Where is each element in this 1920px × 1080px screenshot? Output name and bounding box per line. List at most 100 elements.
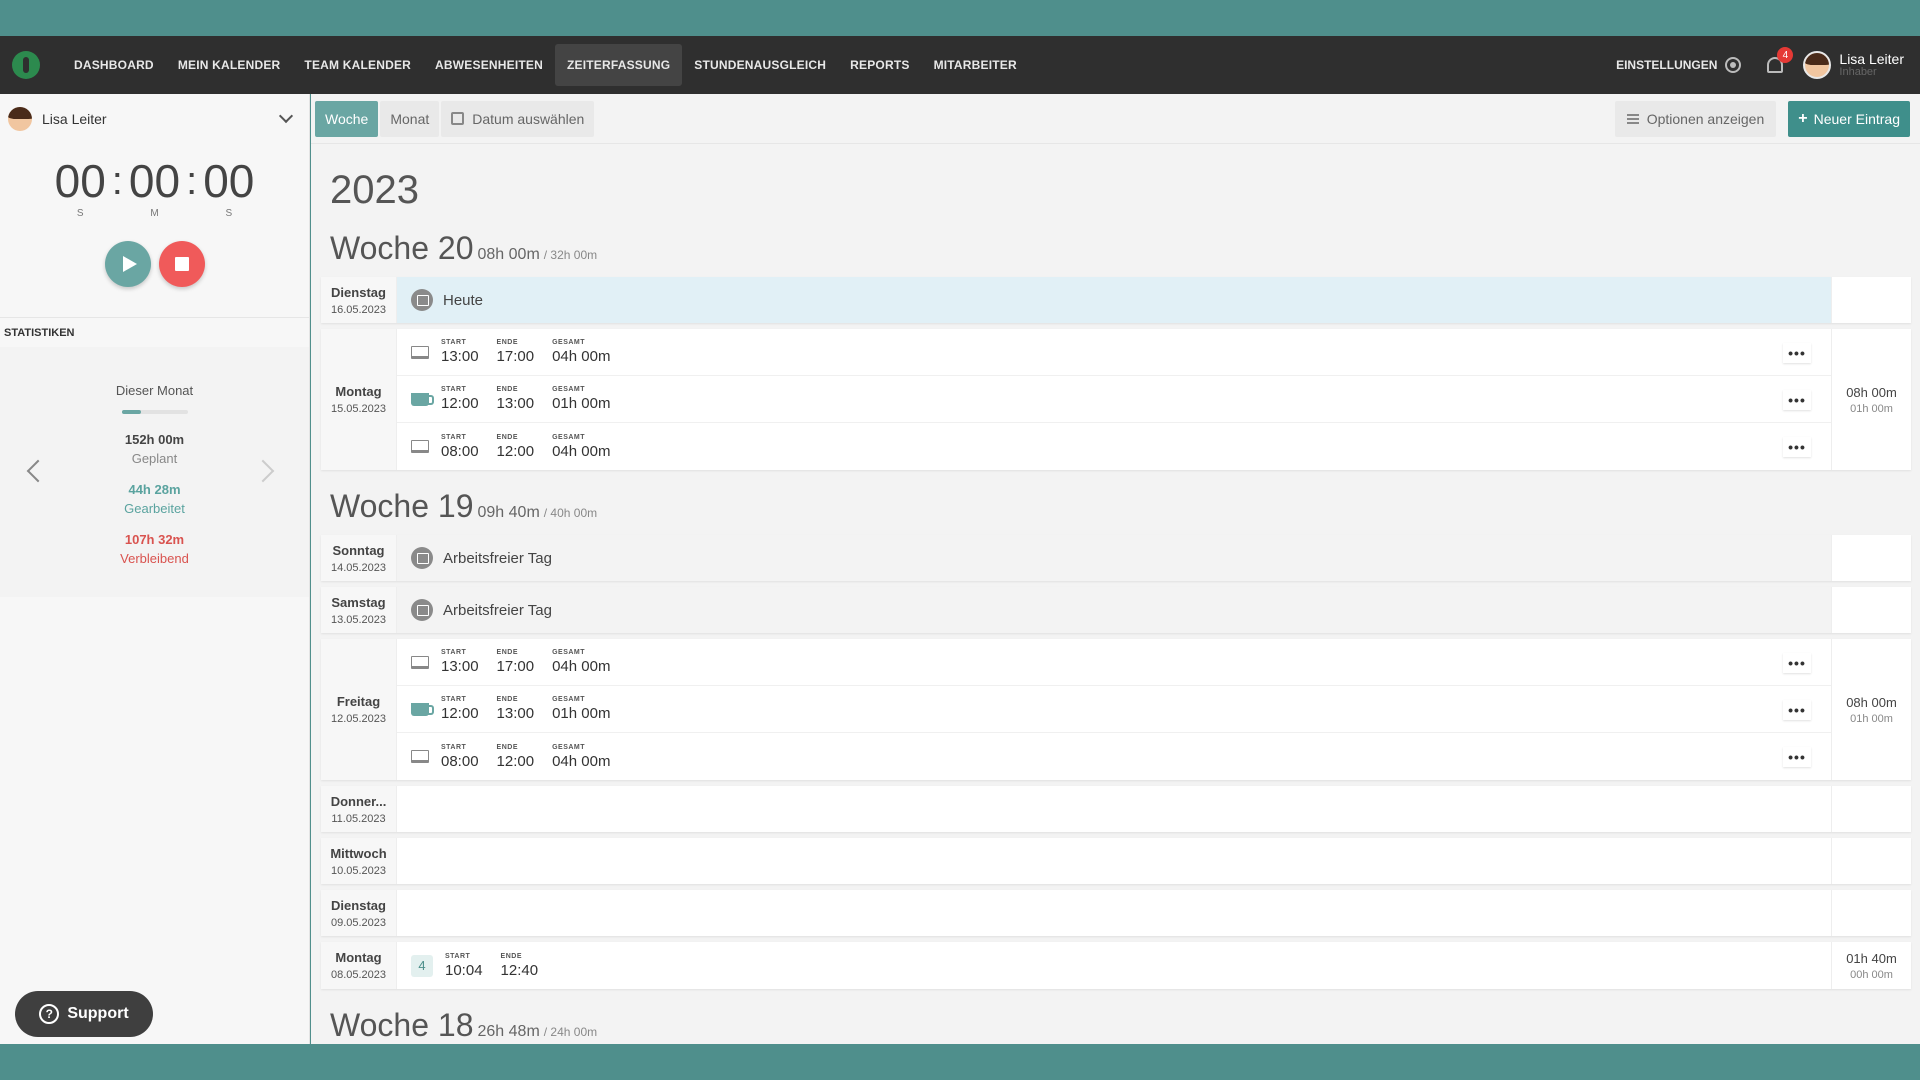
day-date: 12.05.2023 — [330, 713, 387, 725]
total-label: GESAMT — [552, 743, 586, 751]
support-button[interactable]: ? Support — [15, 991, 153, 1037]
day-row: Donner... 11.05.2023 — [321, 786, 1911, 832]
stop-icon — [174, 257, 189, 271]
day-off-row: Arbeitsfreier Tag — [397, 535, 1831, 581]
play-button[interactable] — [104, 241, 151, 287]
day-total-value: 08h 00m — [1846, 384, 1897, 400]
user-menu[interactable]: Lisa Leiter Inhaber — [1803, 51, 1904, 79]
new-entry-button[interactable]: + Neuer Eintrag — [1788, 100, 1910, 137]
logo-icon[interactable] — [12, 51, 40, 79]
more-icon[interactable]: ••• — [1783, 653, 1811, 673]
laptop-icon — [411, 655, 429, 669]
total-label: GESAMT — [552, 649, 586, 656]
more-icon[interactable]: ••• — [1783, 747, 1811, 767]
day-date: 14.05.2023 — [330, 561, 387, 574]
day-entries: 4 START 10:04 ENDE 12:40 — [397, 942, 1831, 989]
start-label: START — [441, 433, 467, 441]
day-status-label: Arbeitsfreier Tag — [443, 549, 552, 567]
coffee-icon — [411, 702, 434, 716]
nav-item-mein-kalender[interactable]: MEIN KALENDER — [166, 44, 293, 86]
calendar-icon — [411, 547, 433, 569]
nav-item-team-kalender[interactable]: TEAM KALENDER — [292, 44, 423, 86]
timesheet: 2023 Woche 20 08h 00m/ 32h 00m Dienstag 16.… — [311, 168, 1920, 1044]
day-total-value: 01h 40m — [1846, 950, 1897, 966]
week-view-button[interactable]: Woche — [315, 100, 379, 137]
day-row: Sonntag 14.05.2023 Arbeitsfreier Tag — [321, 535, 1911, 581]
plus-icon: + — [1798, 109, 1808, 127]
week-planned: / 24h 00m — [543, 1025, 598, 1039]
time-entry[interactable]: START 08:00 ENDE 12:00 GESAMT 04h 00m ••• — [397, 733, 1831, 780]
start-field: START 10:04 — [445, 953, 483, 979]
top-navigation: DASHBOARD MEIN KALENDER TEAM KALENDER ABWES… — [0, 36, 1920, 94]
week-heading: Woche 20 08h 00m/ 32h 00m — [330, 230, 1911, 267]
day-date: 15.05.2023 — [330, 403, 387, 415]
timer-hours-label: S — [76, 208, 84, 219]
more-icon[interactable]: ••• — [1783, 700, 1811, 720]
month-view-button[interactable]: Monat — [380, 100, 440, 137]
empty-day[interactable] — [397, 838, 1831, 884]
time-entry[interactable]: START 12:00 ENDE 13:00 GESAMT 01h 00m ••• — [397, 686, 1831, 733]
day-name: Samstag — [331, 594, 386, 610]
more-icon[interactable]: ••• — [1783, 437, 1811, 457]
nav-item-abwesenheiten[interactable]: ABWESENHEITEN — [423, 44, 555, 86]
user-name: Lisa Leiter — [1839, 51, 1904, 67]
total-label: GESAMT — [552, 433, 586, 441]
day-row: Montag 15.05.2023 START 13:00 ENDE 17:00 GESAM… — [321, 329, 1911, 470]
end-label: ENDE — [496, 386, 518, 393]
nav-item-dashboard[interactable]: DASHBOARD — [62, 44, 166, 86]
time-entry[interactable]: START 08:00 ENDE 12:00 GESAMT 04h 00m ••• — [397, 423, 1831, 470]
total-field: GESAMT 01h 00m — [552, 696, 610, 722]
week-title: Woche 18 — [330, 1007, 474, 1043]
user-role: Inhaber — [1839, 66, 1877, 78]
stop-button[interactable] — [158, 241, 205, 287]
total-label: GESAMT — [552, 386, 586, 393]
total-label: GESAMT — [552, 339, 586, 346]
end-label: ENDE — [496, 649, 518, 656]
sidebar: Lisa Leiter 00 S : 00 M : 00 S STATISTIKEN … — [0, 94, 310, 1044]
new-entry-label: Neuer Eintrag — [1813, 110, 1900, 127]
nav-item-zeiterfassung[interactable]: ZEITERFASSUNG — [554, 44, 683, 86]
end-time: 17:00 — [496, 348, 535, 365]
end-time: 17:00 — [496, 658, 535, 675]
user-selector[interactable]: Lisa Leiter — [0, 94, 309, 144]
day-cell: Mittwoch 10.05.2023 — [321, 838, 397, 884]
timer-seconds-label: S — [225, 208, 233, 219]
start-time: 13:00 — [441, 658, 479, 675]
time-entry[interactable]: START 13:00 ENDE 17:00 GESAMT 04h 00m ••• — [397, 329, 1831, 376]
empty-day[interactable] — [397, 786, 1831, 832]
total-time: 04h 00m — [552, 752, 611, 770]
notifications-button[interactable]: 4 — [1767, 47, 1794, 73]
time-entry[interactable]: START 13:00 ENDE 17:00 GESAMT 04h 00m ••• — [397, 639, 1831, 686]
question-icon: ? — [39, 1004, 60, 1024]
planned-value: 152h 00m — [124, 432, 185, 447]
week-title: Woche 20 — [330, 230, 474, 266]
notification-badge: 4 — [1777, 47, 1794, 63]
date-picker-button[interactable]: Datum auswählen — [441, 100, 595, 137]
time-entry[interactable]: 4 START 10:04 ENDE 12:40 — [397, 942, 1831, 989]
total-field: GESAMT 01h 00m — [552, 386, 610, 412]
more-icon[interactable]: ••• — [1783, 343, 1811, 363]
week-title: Woche 19 — [330, 488, 474, 524]
stats-title: STATISTIKEN — [0, 317, 309, 347]
nav-item-stundenausgleich[interactable]: STUNDENAUSGLEICH — [682, 44, 838, 86]
end-time: 12:00 — [496, 752, 535, 770]
avatar — [8, 107, 32, 131]
month-progress-bar — [121, 410, 188, 414]
main-content: Woche Monat Datum auswählen Optionen anz… — [311, 94, 1920, 1044]
show-options-button[interactable]: Optionen anzeigen — [1614, 100, 1777, 137]
week-planned: / 32h 00m — [543, 248, 598, 262]
day-status-label: Heute — [443, 291, 484, 309]
laptop-icon — [411, 440, 429, 453]
nav-item-reports[interactable]: REPORTS — [838, 44, 921, 86]
day-entries — [397, 838, 1831, 884]
settings-label: EINSTELLUNGEN — [1616, 58, 1718, 72]
week-total: 09h 40m — [477, 504, 540, 521]
time-entry[interactable]: START 12:00 ENDE 13:00 GESAMT 01h 00m ••• — [397, 376, 1831, 423]
more-icon[interactable]: ••• — [1783, 390, 1811, 410]
day-cell: Freitag 12.05.2023 — [321, 639, 397, 780]
nav-item-mitarbeiter[interactable]: MITARBEITER — [922, 44, 1029, 86]
total-time: 01h 00m — [552, 395, 611, 412]
settings-link[interactable]: EINSTELLUNGEN — [1616, 57, 1742, 73]
week-total: 08h 00m — [477, 246, 540, 263]
empty-day[interactable] — [397, 890, 1831, 936]
